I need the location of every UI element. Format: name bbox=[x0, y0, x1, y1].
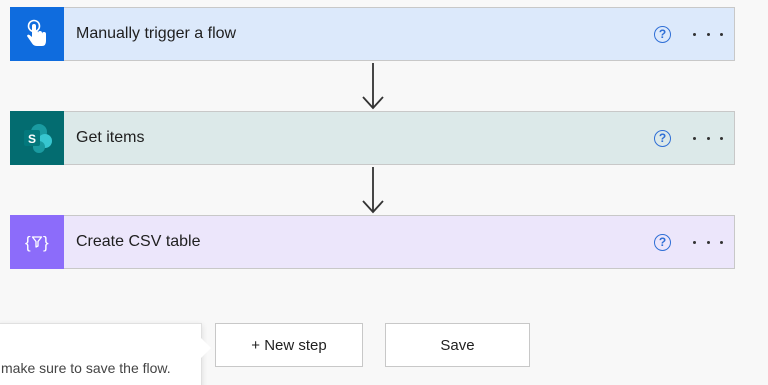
connector-arrow-icon bbox=[362, 63, 384, 110]
step-title: Create CSV table bbox=[76, 233, 201, 250]
step-card-create-csv-table[interactable]: { } Create CSV table ? bbox=[10, 215, 735, 269]
data-operation-icon: { } bbox=[10, 215, 64, 269]
svg-text:{: { bbox=[25, 233, 31, 252]
tooltip-text: make sure to save the flow. bbox=[1, 360, 171, 376]
more-options-icon[interactable] bbox=[693, 240, 723, 244]
save-button[interactable]: Save bbox=[385, 323, 530, 367]
svg-text:S: S bbox=[28, 132, 36, 146]
tooltip-pointer bbox=[201, 338, 211, 358]
connector-arrow-icon bbox=[362, 167, 384, 214]
help-icon[interactable]: ? bbox=[654, 25, 671, 43]
step-title: Manually trigger a flow bbox=[76, 25, 237, 42]
sharepoint-icon: S bbox=[10, 111, 64, 165]
step-title: Get items bbox=[76, 129, 145, 146]
more-options-icon[interactable] bbox=[693, 136, 723, 140]
new-step-button[interactable]: + New step bbox=[215, 323, 363, 367]
help-icon[interactable]: ? bbox=[654, 129, 671, 147]
touch-hand-icon bbox=[10, 7, 64, 61]
help-icon[interactable]: ? bbox=[654, 233, 671, 251]
svg-text:}: } bbox=[43, 233, 49, 252]
more-options-icon[interactable] bbox=[693, 32, 723, 36]
flow-designer-canvas: Manually trigger a flow ? S Get items ? bbox=[0, 0, 768, 385]
step-card-manual-trigger[interactable]: Manually trigger a flow ? bbox=[10, 7, 735, 61]
save-reminder-tooltip: make sure to save the flow. bbox=[0, 323, 211, 385]
step-card-get-items[interactable]: S Get items ? bbox=[10, 111, 735, 165]
